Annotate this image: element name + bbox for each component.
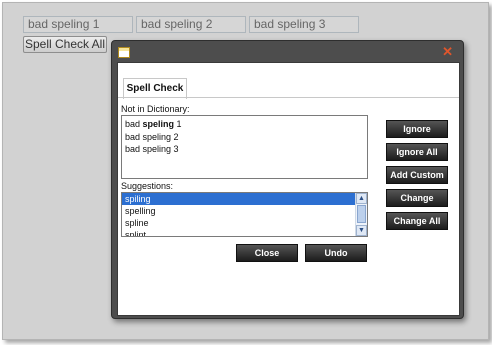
suggestion-item-selected[interactable]: spiling: [122, 193, 355, 205]
dialog-body: Spell Check Not in Dictionary: bad speli…: [117, 62, 460, 316]
suggestions-items: spiling spelling spline splint: [122, 193, 355, 236]
not-in-dictionary-label: Not in Dictionary:: [121, 104, 190, 114]
scroll-down-arrow-icon[interactable]: ▼: [356, 225, 367, 236]
list-item[interactable]: bad speling 2: [122, 131, 367, 144]
change-button[interactable]: Change: [386, 189, 448, 207]
text-field-2[interactable]: bad speling 2: [136, 16, 246, 33]
suggestions-scrollbar[interactable]: ▲ ▼: [355, 193, 367, 236]
suggestion-item[interactable]: spline: [122, 217, 355, 229]
spell-check-dialog: ✕ Spell Check Not in Dictionary: bad spe…: [111, 40, 464, 319]
list-item[interactable]: bad speling 1: [122, 118, 367, 131]
list-item[interactable]: bad speling 3: [122, 143, 367, 156]
undo-button[interactable]: Undo: [305, 244, 367, 262]
text-field-3[interactable]: bad speling 3: [249, 16, 359, 33]
tab-spell-check[interactable]: Spell Check: [123, 78, 187, 99]
change-all-button[interactable]: Change All: [386, 212, 448, 230]
spell-check-all-button[interactable]: Spell Check All: [23, 36, 107, 53]
add-custom-button[interactable]: Add Custom: [386, 166, 448, 184]
text-field-1[interactable]: bad speling 1: [23, 16, 133, 33]
close-icon[interactable]: ✕: [442, 45, 453, 58]
scroll-thumb[interactable]: [357, 205, 366, 223]
suggestion-item[interactable]: splint: [122, 229, 355, 236]
ignore-all-button[interactable]: Ignore All: [386, 143, 448, 161]
dialog-titlebar[interactable]: ✕: [112, 41, 463, 62]
window-app-icon: [118, 47, 130, 58]
suggestions-label: Suggestions:: [121, 181, 174, 191]
tab-divider: [118, 97, 459, 98]
suggestions-list[interactable]: spiling spelling spline splint ▲ ▼: [121, 192, 368, 237]
scroll-up-arrow-icon[interactable]: ▲: [356, 193, 367, 204]
tab-strip: Spell Check: [118, 63, 459, 99]
close-button[interactable]: Close: [236, 244, 298, 262]
ignore-button[interactable]: Ignore: [386, 120, 448, 138]
suggestion-item[interactable]: spelling: [122, 205, 355, 217]
not-in-dictionary-list[interactable]: bad speling 1 bad speling 2 bad speling …: [121, 115, 368, 179]
